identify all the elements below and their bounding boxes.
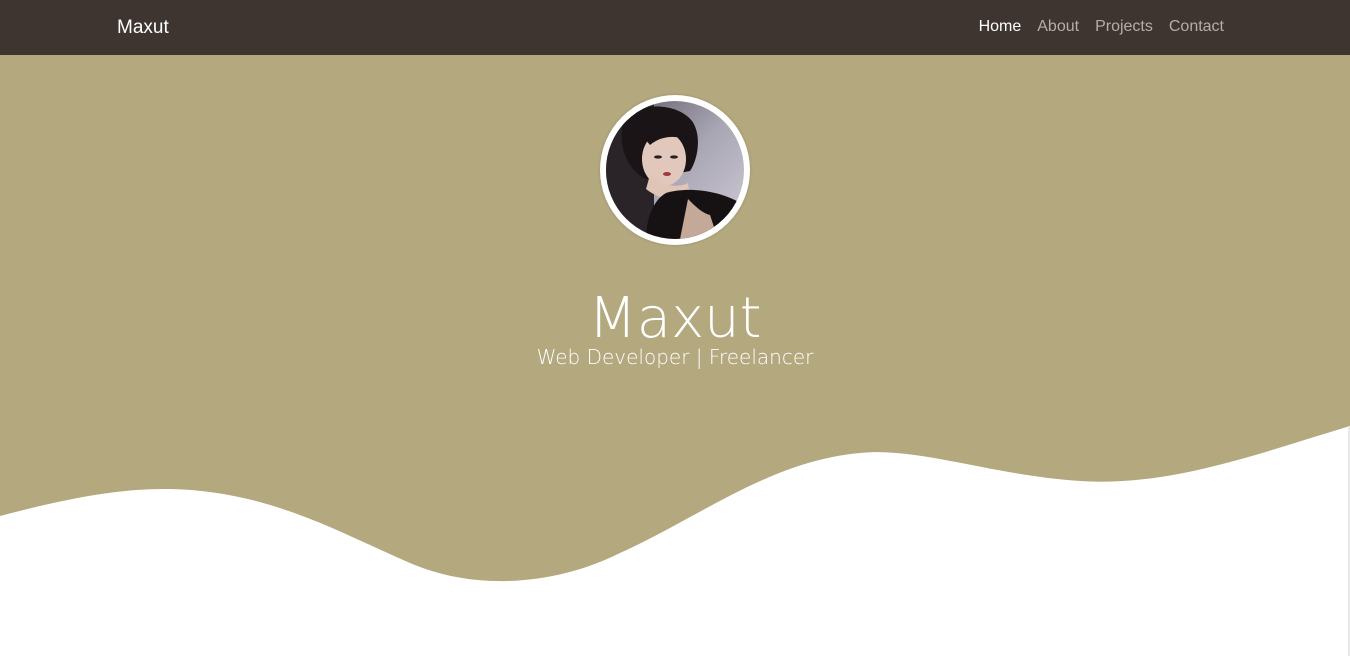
page: Maxut Home About Projects Contact Maxut … (0, 0, 1350, 656)
navbar: Maxut Home About Projects Contact (0, 0, 1350, 55)
avatar-photo (606, 101, 744, 239)
nav-link-projects[interactable]: Projects (1095, 16, 1153, 38)
hero-title: Maxut (588, 285, 762, 351)
hero-subtitle: Web Developer | Freelancer (536, 345, 814, 369)
nav-link-about[interactable]: About (1037, 16, 1079, 38)
nav-links: Home About Projects Contact (979, 16, 1224, 38)
brand-link[interactable]: Maxut (117, 15, 169, 41)
avatar (606, 101, 744, 239)
nav-link-contact[interactable]: Contact (1169, 16, 1224, 38)
nav-link-home[interactable]: Home (979, 16, 1022, 38)
avatar-frame (600, 95, 750, 245)
